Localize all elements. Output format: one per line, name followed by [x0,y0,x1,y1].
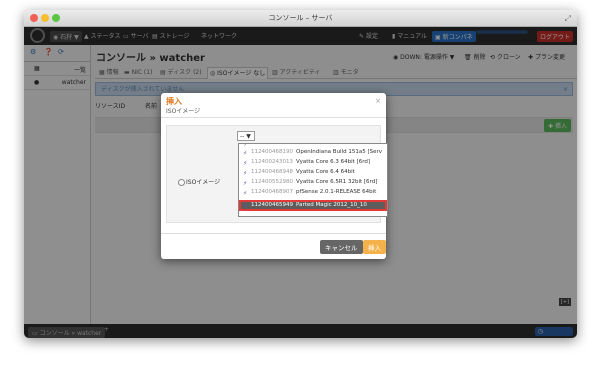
iso-options-list[interactable]: ⚡ ⚡ 112400468190 OpenIndiana Build 151a5 [… [238,143,388,217]
iso-option-name: Vyatta Core 6.4 64bit [296,169,355,175]
iso-option[interactable]: ⚡ 112400243013 Vyatta Core 6.3 64bit [6rd] [239,158,387,167]
iso-option-id: 112400468190 [251,149,293,155]
iso-select[interactable]: -- ▼ [237,131,255,141]
iso-option[interactable]: ⚡ 112400552980 Vyatta Core 6.5R1 32bit [6r… [239,178,387,187]
dialog-divider [161,117,386,118]
zoom-window-button[interactable] [52,14,60,22]
dialog-subtitle: ISOイメージ [166,108,201,115]
iso-option-id: 112400465949 [251,202,293,208]
iso-option-name: Vyatta Core 6.3 64bit [6rd] [296,159,371,165]
iso-option-name: Vyatta Core 6.5R1 32bit [6rd] [296,179,378,185]
iso-radio[interactable] [178,179,185,186]
iso-option-name: Parted Magic 2012_10_10 [296,202,367,208]
iso-option-name: pfSense 2.0.1-RELEASE 64bit [296,189,377,195]
iso-option[interactable]: ⚡ 112400468190 OpenIndiana Build 151a5 [Se… [239,148,387,157]
iso-option-id: 112400243013 [251,159,293,165]
iso-option[interactable]: ⚡ 112400468907 pfSense 2.0.1-RELEASE 64bit [239,188,387,197]
iso-file-icon: ⚡ [243,150,248,157]
dialog-footer-divider [161,233,386,234]
iso-form: ISOイメージ -- ▼ ⚡ ⚡ 112400468190 OpenIndiana … [166,125,388,223]
iso-select-value: -- [240,133,245,140]
iso-file-icon: ⚡ [243,190,248,197]
window-title: コンソール – サーバ [268,14,333,22]
iso-file-icon: ⚡ [243,160,248,167]
minimize-window-button[interactable] [41,14,49,22]
insert-button[interactable]: 挿入 [363,240,386,254]
iso-option-id: 112400468948 [251,169,293,175]
iso-option[interactable]: ⚡ 112400468948 Vyatta Core 6.4 64bit [239,168,387,177]
iso-file-icon: ⚡ [243,180,248,187]
iso-option-selected[interactable]: ⚡ 112400465949 Parted Magic 2012_10_10 [239,200,387,211]
iso-option-id: 112400552980 [251,179,293,185]
cancel-button[interactable]: キャンセル [320,240,363,254]
dialog-close-icon[interactable]: × [375,97,381,105]
iso-option-name: OpenIndiana Build 151a5 [Serv [296,149,382,155]
close-window-button[interactable] [30,14,38,22]
insert-iso-dialog: 挿入 ISOイメージ × ISOイメージ -- ▼ ⚡ ⚡ 11240046819… [161,93,388,259]
fullscreen-icon[interactable]: ⤢ [565,11,571,27]
iso-option-id: 112400468907 [251,189,293,195]
iso-file-icon: ⚡ [243,170,248,177]
title-bar: コンソール – サーバ ⤢ [24,10,577,27]
iso-field-label: ISOイメージ [186,179,221,186]
iso-file-icon: ⚡ [243,203,248,210]
